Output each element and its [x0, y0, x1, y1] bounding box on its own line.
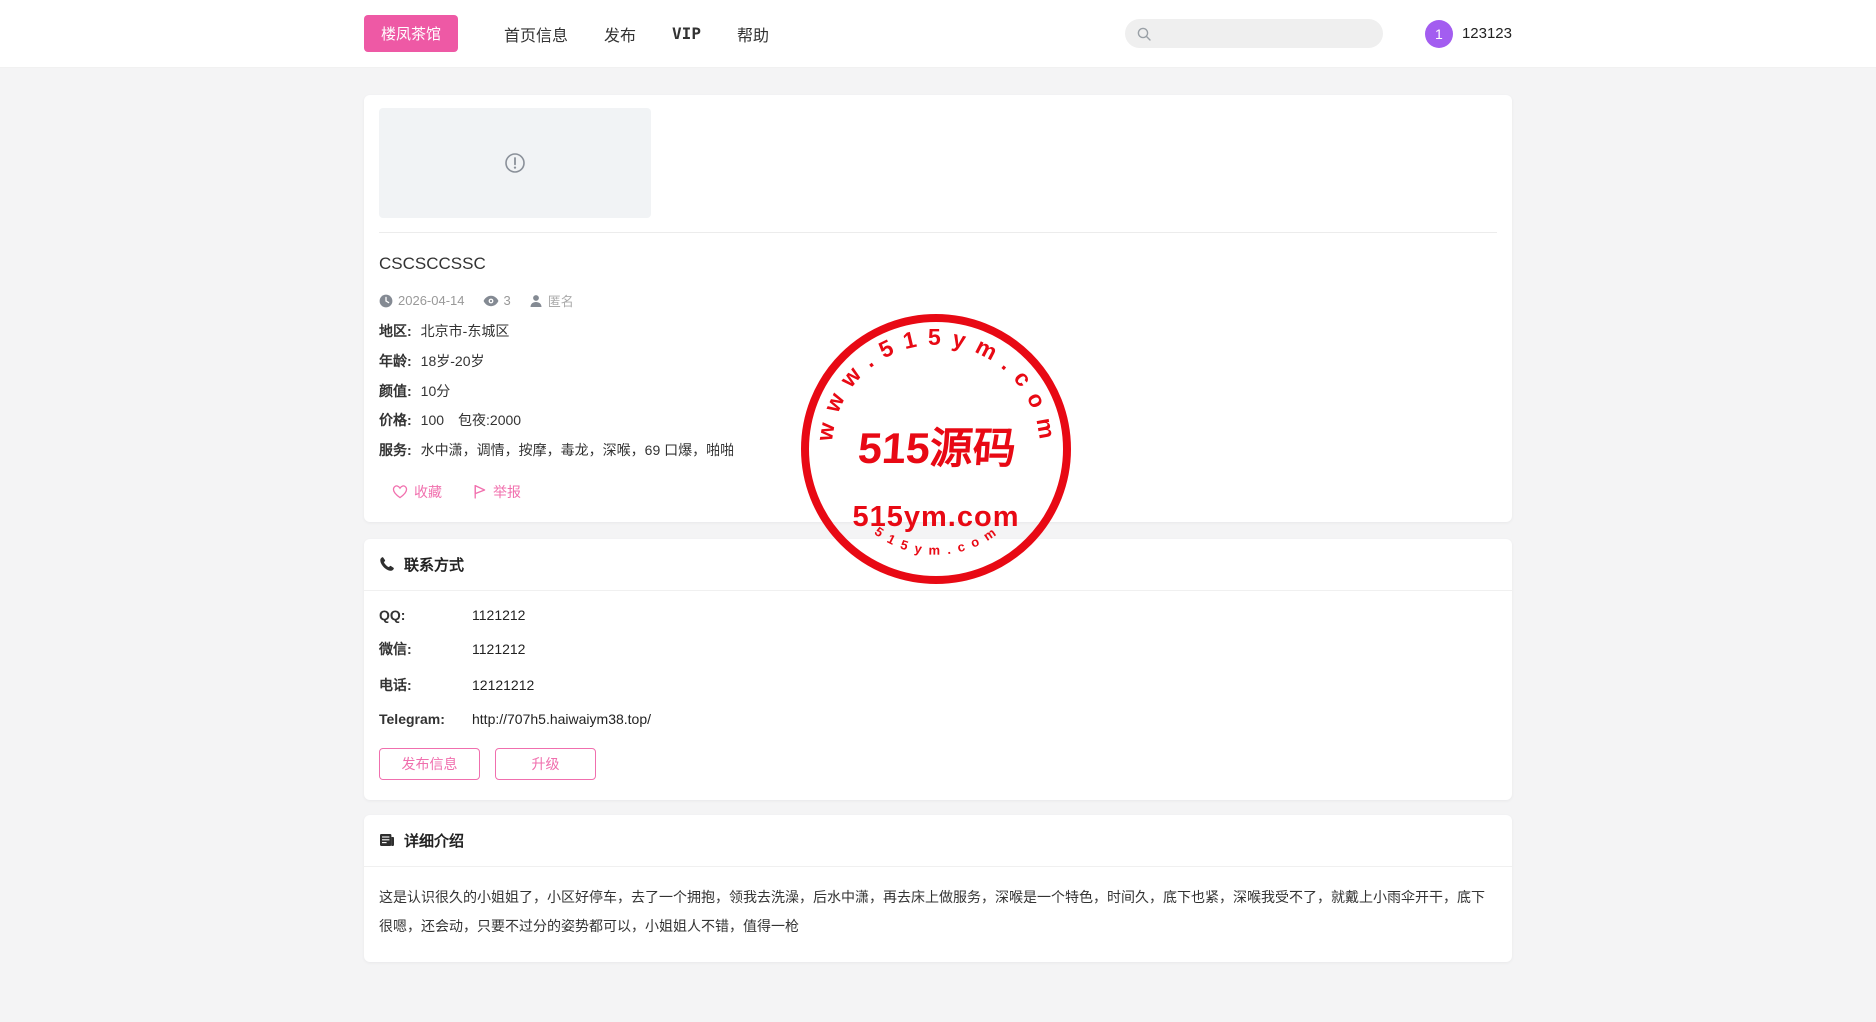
eye-icon	[483, 295, 499, 307]
detail-row-age: 年龄: 18岁-20岁	[379, 353, 1497, 370]
detail-row-looks: 颜值: 10分	[379, 383, 1497, 400]
detail-value: 18岁-20岁	[421, 353, 485, 369]
publish-info-button[interactable]: 发布信息	[379, 748, 480, 780]
listing-divider	[379, 232, 1497, 233]
contact-row-phone: 电话:12121212	[379, 675, 1497, 695]
phone-icon	[379, 556, 395, 572]
contact-label: 电话:	[379, 675, 472, 695]
broken-image-icon	[503, 151, 527, 175]
listing-card: CSCSCCSSC 2026-04-14 3 匿名	[364, 95, 1512, 522]
meta-author: 匿名	[529, 291, 574, 310]
favorite-label: 收藏	[414, 482, 442, 502]
detail-label: 价格:	[379, 412, 412, 428]
site-logo[interactable]: 楼凤茶馆	[364, 15, 458, 52]
contact-buttons: 发布信息 升级	[379, 748, 1497, 780]
report-label: 举报	[493, 482, 521, 502]
contact-header-label: 联系方式	[404, 554, 464, 575]
user-icon	[529, 294, 543, 308]
contact-value: 1121212	[472, 607, 525, 623]
detail-label: 服务:	[379, 442, 412, 458]
upgrade-button[interactable]: 升级	[495, 748, 596, 780]
contact-label: QQ:	[379, 607, 472, 623]
favorite-button[interactable]: 收藏	[392, 482, 442, 502]
username-label[interactable]: 123123	[1462, 25, 1512, 42]
detail-row-price: 价格: 100 包夜:2000	[379, 412, 1497, 429]
meta-views: 3	[483, 293, 511, 308]
description-body: 这是认识很久的小姐姐了，小区好停车，去了一个拥抱，领我去洗澡，后水中潇，再去床上…	[364, 867, 1512, 962]
contact-label: Telegram:	[379, 711, 472, 727]
contact-card: 联系方式 QQ:1121212 微信:1121212 电话:12121212 T…	[364, 539, 1512, 800]
newspaper-icon	[379, 833, 395, 847]
listing-meta: 2026-04-14 3 匿名	[379, 291, 1497, 310]
listing-image-placeholder[interactable]	[379, 108, 651, 218]
listing-title: CSCSCCSSC	[379, 254, 1497, 274]
nav-item-home[interactable]: 首页信息	[504, 22, 568, 46]
description-header: 详细介绍	[364, 815, 1512, 867]
contact-row-qq: QQ:1121212	[379, 607, 1497, 623]
detail-value: 北京市-东城区	[421, 323, 510, 339]
contact-body: QQ:1121212 微信:1121212 电话:12121212 Telegr…	[364, 591, 1512, 800]
navbar-inner: 楼凤茶馆 首页信息 发布 VIP 帮助 1 123123	[364, 0, 1512, 67]
user-avatar[interactable]: 1	[1425, 20, 1453, 48]
detail-row-region: 地区: 北京市-东城区	[379, 323, 1497, 340]
contact-value: 12121212	[472, 677, 534, 693]
report-button[interactable]: 举报	[472, 482, 521, 502]
nav-item-publish[interactable]: 发布	[604, 22, 636, 46]
contact-row-telegram: Telegram:http://707h5.haiwaiym38.top/	[379, 711, 1497, 727]
detail-value: 10分	[421, 383, 451, 399]
nav-item-vip[interactable]: VIP	[672, 24, 701, 43]
detail-row-services: 服务: 水中潇，调情，按摩，毒龙，深喉，69 口爆，啪啪	[379, 442, 1497, 459]
description-card: 详细介绍 这是认识很久的小姐姐了，小区好停车，去了一个拥抱，领我去洗澡，后水中潇…	[364, 815, 1512, 962]
detail-value: 水中潇，调情，按摩，毒龙，深喉，69 口爆，啪啪	[421, 442, 734, 458]
contact-value[interactable]: http://707h5.haiwaiym38.top/	[472, 711, 651, 727]
listing-actions: 收藏 举报	[379, 482, 1497, 502]
top-navbar: 楼凤茶馆 首页信息 发布 VIP 帮助 1 123123	[0, 0, 1876, 68]
main-container: CSCSCCSSC 2026-04-14 3 匿名	[364, 95, 1512, 962]
detail-label: 地区:	[379, 323, 412, 339]
meta-date: 2026-04-14	[379, 293, 465, 308]
detail-value: 100 包夜:2000	[421, 412, 521, 428]
search-box[interactable]	[1125, 19, 1383, 48]
search-icon	[1136, 26, 1152, 42]
contact-header: 联系方式	[364, 539, 1512, 591]
meta-author-text: 匿名	[548, 291, 574, 310]
contact-label: 微信:	[379, 639, 472, 659]
contact-value: 1121212	[472, 641, 525, 657]
detail-label: 年龄:	[379, 353, 412, 369]
description-text: 这是认识很久的小姐姐了，小区好停车，去了一个拥抱，领我去洗澡，后水中潇，再去床上…	[379, 883, 1497, 942]
heart-icon	[392, 484, 408, 499]
detail-label: 颜值:	[379, 383, 412, 399]
contact-row-wechat: 微信:1121212	[379, 639, 1497, 659]
main-nav: 首页信息 发布 VIP 帮助	[504, 22, 769, 46]
flag-icon	[472, 484, 487, 499]
clock-icon	[379, 294, 393, 308]
meta-date-text: 2026-04-14	[398, 293, 465, 308]
description-header-label: 详细介绍	[404, 830, 464, 851]
search-input[interactable]	[1159, 26, 1372, 42]
nav-item-help[interactable]: 帮助	[737, 22, 769, 46]
meta-views-text: 3	[504, 293, 511, 308]
